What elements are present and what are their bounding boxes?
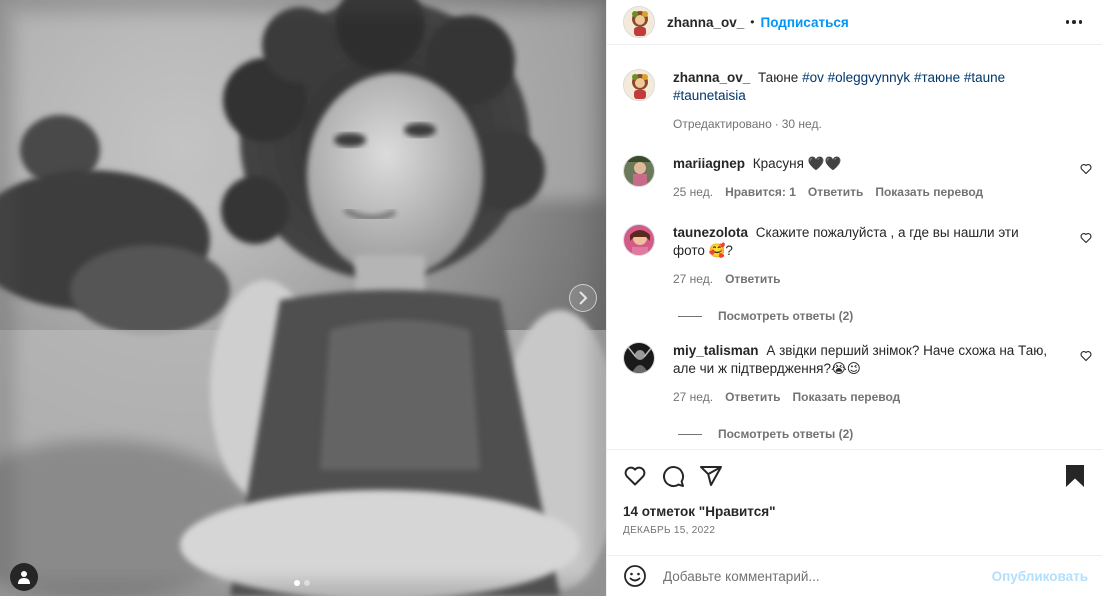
heart-icon[interactable] (1080, 232, 1092, 244)
carousel-dot (304, 580, 310, 586)
show-translation-button[interactable]: Показать перевод (793, 388, 901, 406)
edited-label: Отредактировано (673, 117, 772, 131)
commenter-avatar-image (624, 156, 654, 186)
comment-likes-count[interactable]: Нравится: 1 (725, 183, 796, 201)
heart-icon[interactable] (1080, 350, 1092, 362)
post-comment-button[interactable]: Опубликовать (992, 569, 1088, 584)
avatar[interactable] (623, 69, 655, 101)
next-chevron-icon (579, 291, 588, 305)
view-replies-button[interactable]: Посмотреть ответы (2) (678, 427, 1102, 441)
author-avatar-image (624, 7, 654, 37)
comments-list: zhanna_ov_ Таюне #ov #oleggvynnyk #таюне… (607, 45, 1102, 449)
caption: zhanna_ov_ Таюне #ov #oleggvynnyk #таюне… (607, 69, 1102, 133)
hashtag[interactable]: #ov (802, 70, 824, 85)
reply-button[interactable]: Ответить (725, 388, 780, 406)
carousel-dots (294, 580, 310, 586)
hashtag[interactable]: #oleggvynnyk (828, 70, 911, 85)
share-icon[interactable] (699, 464, 723, 488)
more-options-button[interactable] (1062, 16, 1087, 28)
more-options-icon (1065, 20, 1069, 24)
comment-username[interactable]: taunezolota (673, 225, 748, 240)
follow-button[interactable]: Подписаться (760, 15, 848, 30)
comment-meta: 27 нед. Ответить Показать перевод (673, 388, 1052, 406)
caption-meta: Отредактировано · 30 нед. (673, 115, 1070, 133)
hashtag[interactable]: #taune (964, 70, 1005, 85)
bookmark-icon[interactable] (1064, 464, 1086, 488)
comment: miy_talisman А звідки перший знімок? Нач… (607, 342, 1102, 406)
heart-icon[interactable] (1080, 163, 1092, 175)
view-replies-button[interactable]: Посмотреть ответы (2) (678, 309, 1102, 323)
view-replies-label: Посмотреть ответы (2) (718, 309, 854, 323)
hashtag[interactable]: #taunetaisia (673, 88, 746, 103)
avatar[interactable] (623, 155, 655, 187)
add-comment-bar: Опубликовать (607, 555, 1102, 596)
meta-separator: · (774, 117, 779, 131)
post-header: zhanna_ov_ • Подписаться (607, 0, 1102, 45)
tagged-users-button[interactable] (10, 563, 38, 591)
hashtag[interactable]: #таюне (914, 70, 960, 85)
comment-meta: 25 нед. Нравится: 1 Ответить Показать пе… (673, 183, 1052, 201)
author-avatar-image (624, 70, 654, 100)
comment-age[interactable]: 25 нед. (673, 183, 713, 201)
comment-input[interactable] (663, 568, 992, 584)
view-replies-label: Посмотреть ответы (2) (718, 427, 854, 441)
comment-meta: 27 нед. Ответить (673, 270, 1052, 288)
comment-icon[interactable] (661, 464, 685, 488)
caption-text: Таюне (758, 70, 799, 85)
post-date: ДЕКАБРЬ 15, 2022 (623, 525, 716, 536)
author-username[interactable]: zhanna_ov_ (667, 15, 744, 30)
tagged-user-icon (18, 571, 30, 584)
comment-age[interactable]: 27 нед. (673, 388, 713, 406)
likes-count[interactable]: 14 отметок "Нравится" (607, 488, 1102, 519)
replies-divider (678, 433, 702, 435)
comment: taunezolota Скажите пожалуйста , а где в… (607, 224, 1102, 288)
post-panel: zhanna_ov_ • Подписаться zhanna_ov_ Таюн… (606, 0, 1102, 596)
heart-icon[interactable] (623, 464, 647, 488)
reply-button[interactable]: Ответить (725, 270, 780, 288)
comment-age[interactable]: 27 нед. (673, 270, 713, 288)
commenter-avatar-image (624, 343, 654, 373)
post-media (0, 0, 606, 596)
comment-username[interactable]: miy_talisman (673, 343, 759, 358)
header-separator: • (750, 15, 755, 29)
reply-button[interactable]: Ответить (808, 183, 863, 201)
avatar[interactable] (623, 6, 655, 38)
emoji-icon[interactable] (623, 564, 647, 588)
comment-username[interactable]: mariiagnep (673, 156, 745, 171)
replies-divider (678, 315, 702, 317)
avatar[interactable] (623, 342, 655, 374)
comment-text: Красуня 🖤🖤 (752, 156, 842, 171)
next-slide-button[interactable] (569, 284, 597, 312)
show-translation-button[interactable]: Показать перевод (875, 183, 983, 201)
caption-age: 30 нед. (781, 117, 822, 131)
carousel-dot (294, 580, 300, 586)
comment: mariiagnep Красуня 🖤🖤 25 нед. Нравится: … (607, 155, 1102, 201)
commenter-avatar-image (624, 225, 654, 255)
post-photo (0, 0, 606, 596)
caption-username[interactable]: zhanna_ov_ (673, 70, 750, 85)
avatar[interactable] (623, 224, 655, 256)
